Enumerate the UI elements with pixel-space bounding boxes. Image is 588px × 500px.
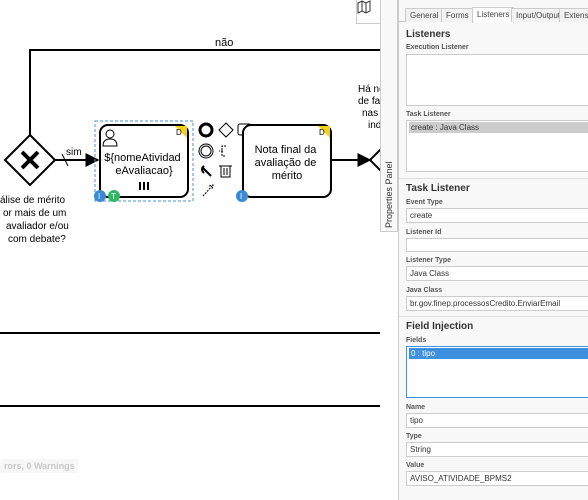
marker-i-left: I	[94, 190, 106, 202]
validation-status[interactable]: rors, 0 Warnings	[0, 459, 79, 473]
fields-list[interactable]: 0 : tipo	[406, 346, 588, 398]
field-item[interactable]: 0 : tipo	[409, 348, 588, 359]
section-divider	[399, 178, 588, 179]
value-input[interactable]: AVISO_ATIVIDADE_BPMS2	[406, 471, 588, 486]
intermediate-event-icon[interactable]	[198, 143, 214, 159]
svg-text:T: T	[111, 192, 116, 201]
properties-panel-toggle[interactable]: Properties Panel	[380, 0, 398, 232]
svg-text:I: I	[240, 192, 242, 201]
task-user-name: ${nomeAtividad eAvaliacao}	[104, 152, 184, 177]
type-select[interactable]: String	[406, 442, 588, 457]
tab-extensions[interactable]: Extensi	[559, 8, 588, 22]
listeners-title: Listeners	[406, 29, 451, 40]
task-listener-list[interactable]: create : Java Class	[406, 120, 588, 172]
trash-icon[interactable]	[219, 165, 232, 178]
task-listener-item[interactable]: create : Java Class	[409, 122, 588, 133]
field-injection-title: Field Injection	[406, 321, 474, 332]
tab-general[interactable]: General	[405, 8, 444, 22]
flow-label-nao: não	[215, 37, 233, 49]
tab-listeners[interactable]: Listeners	[472, 7, 515, 23]
tab-forms[interactable]: Forms	[441, 8, 474, 22]
task-listener-label: Task Listener	[406, 111, 451, 118]
listener-id-label: Listener Id	[406, 229, 442, 236]
type-label: Type	[406, 433, 422, 440]
section-divider	[399, 316, 588, 317]
java-class-input[interactable]: br.gov.finep.processosCredito.EnviarEmai…	[406, 296, 588, 311]
text-annotation-icon[interactable]	[219, 145, 226, 157]
bpmn-canvas[interactable]: não álise de mérito or mais de um avalia…	[0, 0, 380, 500]
map-icon	[357, 0, 371, 14]
name-input[interactable]: tipo	[406, 413, 588, 428]
event-type-label: Event Type	[406, 199, 443, 206]
execution-listener-list[interactable]	[406, 54, 588, 106]
event-type-select[interactable]: create	[406, 208, 588, 223]
flow-label-sim: sim	[66, 147, 82, 158]
minimap-button[interactable]	[356, 0, 380, 24]
tab-input-output[interactable]: Input/Output	[511, 8, 566, 22]
value-label: Value	[406, 462, 425, 469]
multi-instance-icon	[139, 182, 149, 190]
panel-tabs: General Forms Listeners Input/Output Ext…	[399, 6, 588, 23]
properties-panel-label: Properties Panel	[384, 161, 394, 228]
name-label: Name	[406, 404, 426, 411]
listener-id-input[interactable]	[406, 238, 588, 252]
bpmn-diagram[interactable]: não álise de mérito or mais de um avalia…	[0, 0, 380, 500]
gateway-right-question: Há nece de fazer nas ava individ	[358, 84, 380, 131]
gateway-left-question: álise de mérito or mais de um avaliador …	[0, 195, 72, 245]
task-listener-section-title: Task Listener	[406, 183, 470, 194]
java-class-label: Java Class	[406, 287, 443, 294]
listener-type-select[interactable]: Java Class	[406, 266, 588, 281]
wrench-icon[interactable]	[201, 165, 212, 177]
execution-listener-label: Execution Listener	[406, 44, 469, 51]
task-final-badge: D	[319, 128, 325, 137]
marker-i-final: I	[236, 190, 248, 202]
task-user[interactable]: D ${nomeAtividad eAvaliacao}	[99, 124, 189, 198]
gateway-left[interactable]	[3, 133, 57, 187]
task-final[interactable]: D Nota final da avaliação de mérito	[242, 124, 332, 198]
gateway-right[interactable]	[368, 135, 380, 185]
properties-panel: General Forms Listeners Input/Output Ext…	[398, 0, 588, 500]
marker-t: T	[108, 190, 120, 202]
end-event-icon[interactable]	[198, 122, 214, 138]
fields-label: Fields	[406, 337, 427, 344]
connect-icon[interactable]	[202, 184, 214, 197]
task-user-badge: D	[176, 128, 182, 137]
listener-type-label: Listener Type	[406, 257, 451, 264]
gateway-icon[interactable]	[218, 122, 234, 138]
svg-text:I: I	[98, 192, 100, 201]
